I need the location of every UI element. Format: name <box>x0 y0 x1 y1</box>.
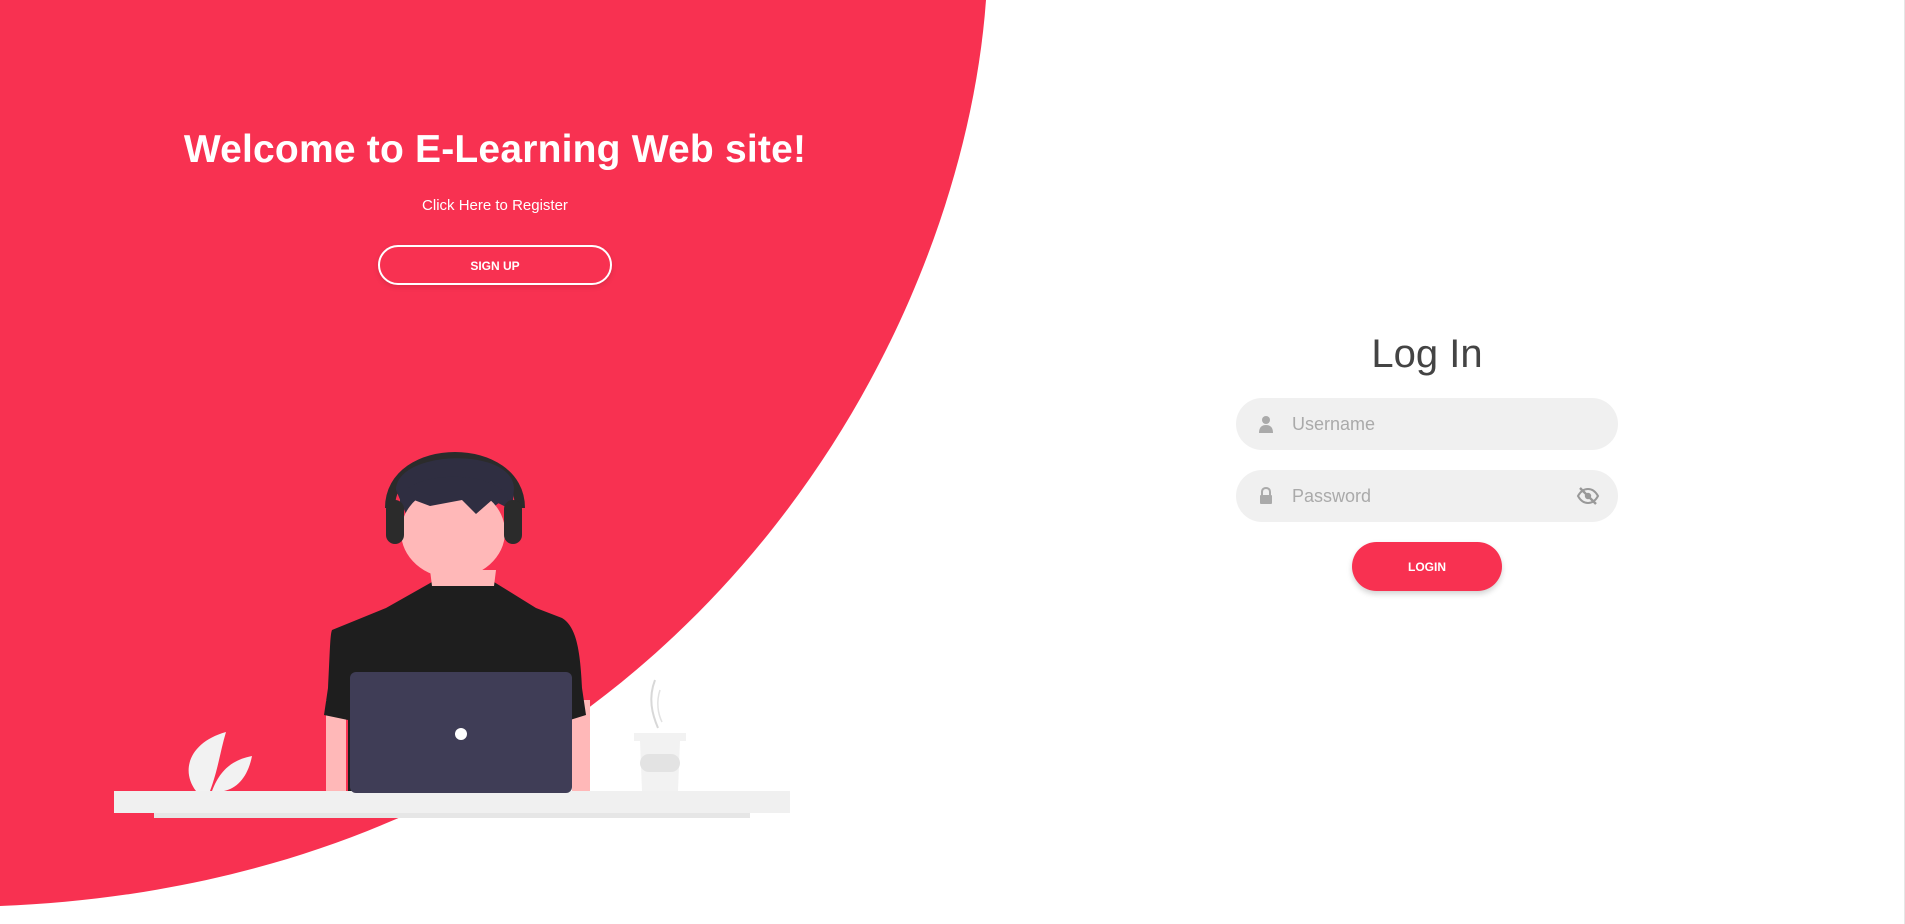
laptop-icon <box>350 672 572 793</box>
student-laptop-illustration <box>114 452 790 818</box>
welcome-title: Welcome to E-Learning Web site! <box>183 128 807 171</box>
login-page: Welcome to E-Learning Web site! Click He… <box>0 0 1905 924</box>
login-title: Log In <box>1371 332 1483 376</box>
lock-icon <box>1260 486 1272 504</box>
desk-shadow <box>154 813 750 818</box>
plant-icon <box>188 732 252 791</box>
register-text: Click Here to Register <box>422 197 568 214</box>
welcome-panel: Welcome to E-Learning Web site! Click He… <box>0 0 990 924</box>
username-field <box>1236 398 1618 450</box>
signup-button[interactable]: SIGN UP <box>378 245 612 285</box>
user-icon <box>1259 416 1273 433</box>
password-field <box>1236 470 1618 522</box>
password-input[interactable] <box>1292 470 1582 522</box>
coffee-cup-icon <box>634 679 686 791</box>
desk-top <box>114 791 790 813</box>
username-input[interactable] <box>1292 398 1582 450</box>
login-form: Log In LOGIN <box>1236 320 1618 591</box>
login-button[interactable]: LOGIN <box>1352 542 1502 591</box>
eye-slash-icon[interactable] <box>1576 484 1600 508</box>
